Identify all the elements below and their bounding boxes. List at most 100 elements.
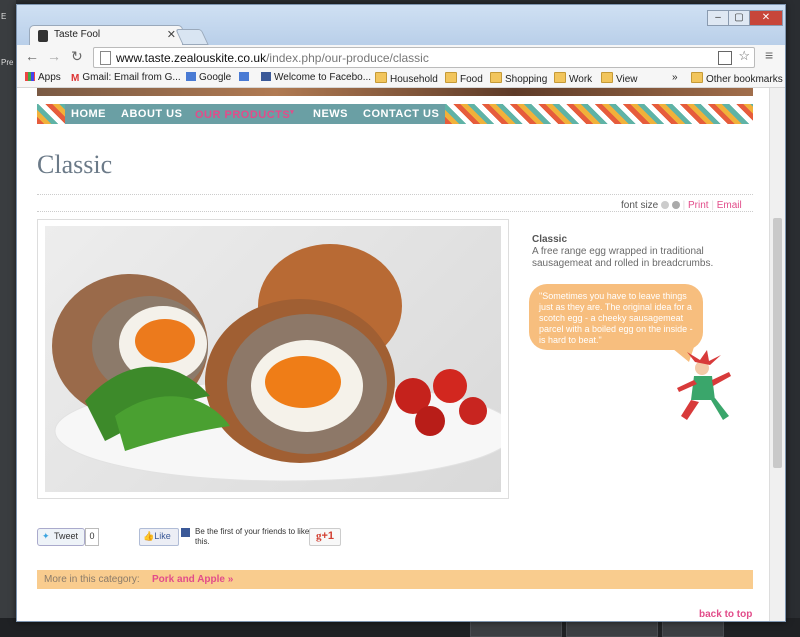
category-next-link[interactable]: Pork and Apple » bbox=[152, 574, 233, 585]
folder-icon bbox=[601, 72, 613, 83]
bookmarks-bar: Apps M Gmail: Email from G... Google Welc… bbox=[17, 69, 785, 88]
nav-contact-us[interactable]: CONTACT US bbox=[363, 108, 439, 120]
bookmark-google-2[interactable] bbox=[239, 72, 252, 83]
bookmark-folder-food[interactable]: Food bbox=[445, 72, 483, 85]
bookmark-folder-work[interactable]: Work bbox=[554, 72, 592, 85]
google-icon bbox=[239, 72, 249, 81]
facebook-icon bbox=[181, 528, 190, 537]
print-link[interactable]: Print bbox=[688, 200, 709, 211]
folder-icon bbox=[554, 72, 566, 83]
page-icon bbox=[100, 51, 111, 65]
folder-icon bbox=[375, 72, 387, 83]
product-image-frame bbox=[37, 219, 509, 499]
tweet-label: Tweet bbox=[54, 531, 79, 541]
back-to-top-link[interactable]: back to top bbox=[699, 609, 752, 620]
vertical-scrollbar[interactable] bbox=[769, 88, 785, 621]
bookmark-folder-shopping[interactable]: Shopping bbox=[490, 72, 547, 85]
folder-icon bbox=[691, 72, 703, 83]
main-nav: HOME ABOUT US OUR PRODUCTS▾ NEWS CONTACT… bbox=[37, 104, 753, 124]
jester-mascot-icon bbox=[677, 350, 731, 420]
bookmark-label: Work bbox=[569, 74, 593, 85]
url-host: www.taste.zealouskite.co.uk bbox=[116, 51, 267, 65]
bookmark-label: Apps bbox=[38, 72, 61, 83]
bookmark-folder-household[interactable]: Household bbox=[375, 72, 438, 85]
taskbar-item[interactable] bbox=[662, 621, 724, 637]
extension-icon[interactable] bbox=[718, 51, 732, 65]
url-text: www.taste.zealouskite.co.uk/index.php/ou… bbox=[116, 51, 429, 65]
bookmark-label: Gmail: Email from G... bbox=[82, 72, 181, 83]
thumbs-up-icon: 👍 bbox=[143, 531, 155, 541]
taskbar-item[interactable] bbox=[470, 621, 562, 637]
minimize-button[interactable]: – bbox=[707, 10, 729, 26]
folder-icon bbox=[490, 72, 502, 83]
apps-grid-icon bbox=[25, 72, 35, 81]
desktop-left-strip: E Pre bbox=[0, 0, 16, 637]
like-social-text: Be the first of your friends to like thi… bbox=[195, 527, 310, 546]
bookmark-google[interactable]: Google bbox=[186, 72, 231, 83]
dropdown-caret-icon: ▾ bbox=[290, 109, 295, 116]
header-banner-image bbox=[37, 88, 753, 96]
product-quote: "Sometimes you have to leave things just… bbox=[539, 291, 693, 345]
close-window-button[interactable]: ✕ bbox=[749, 10, 783, 26]
google-plus-button[interactable]: g+1 bbox=[309, 528, 341, 546]
desktop-label: E bbox=[1, 12, 7, 21]
tab-title: Taste Fool bbox=[54, 29, 101, 40]
bookmark-label: Google bbox=[199, 72, 232, 83]
close-tab-icon[interactable]: ✕ bbox=[167, 28, 176, 41]
bookmark-label: Other bookmarks bbox=[706, 74, 783, 85]
font-size-label: font size bbox=[621, 200, 659, 211]
nav-home[interactable]: HOME bbox=[71, 108, 106, 120]
twitter-bird-icon: ✦ bbox=[42, 531, 50, 541]
folder-icon bbox=[445, 72, 457, 83]
bookmark-apps[interactable]: Apps bbox=[25, 72, 61, 83]
menu-icon[interactable]: ≡ bbox=[765, 47, 773, 63]
other-bookmarks-folder[interactable]: Other bookmarks bbox=[691, 72, 783, 85]
like-label: Like bbox=[154, 531, 171, 541]
bookmarks-overflow-button[interactable]: » bbox=[672, 72, 678, 83]
font-decrease-icon[interactable] bbox=[661, 201, 670, 209]
bookmark-label: Shopping bbox=[505, 74, 548, 85]
browser-tab[interactable]: Taste Fool ✕ bbox=[29, 25, 183, 46]
tweet-button[interactable]: ✦ Tweet bbox=[37, 528, 85, 546]
font-size-controls: font size | Print | Email bbox=[621, 200, 742, 211]
bookmark-label: Household bbox=[390, 74, 438, 85]
category-bar: More in this category: Pork and Apple » bbox=[37, 570, 753, 589]
diamond-pattern bbox=[37, 104, 65, 124]
bookmark-star-icon[interactable]: ☆ bbox=[738, 48, 750, 64]
font-increase-icon[interactable] bbox=[671, 201, 680, 209]
divider bbox=[37, 194, 753, 195]
title-bar: Taste Fool ✕ – ▢ ✕ bbox=[17, 5, 785, 46]
maximize-button[interactable]: ▢ bbox=[728, 10, 750, 26]
bookmark-facebook[interactable]: Welcome to Facebo... bbox=[261, 72, 371, 83]
back-arrow-icon[interactable]: ← bbox=[25, 48, 39, 64]
product-name: Classic bbox=[532, 234, 568, 245]
forward-arrow-icon[interactable]: → bbox=[47, 48, 61, 64]
bookmark-label: Food bbox=[460, 74, 483, 85]
taskbar-item[interactable] bbox=[566, 621, 658, 637]
desktop-label: Pre bbox=[1, 58, 14, 67]
facebook-like-button[interactable]: 👍Like bbox=[139, 528, 179, 546]
nav-about-us[interactable]: ABOUT US bbox=[121, 108, 182, 120]
nav-our-products[interactable]: OUR PRODUCTS▾ bbox=[195, 108, 294, 121]
reload-icon[interactable]: ↻ bbox=[71, 48, 83, 65]
diamond-pattern bbox=[445, 104, 753, 124]
facebook-icon bbox=[261, 72, 271, 81]
gmail-icon: M bbox=[71, 73, 80, 84]
gplus-label: +1 bbox=[321, 530, 335, 542]
web-page: HOME ABOUT US OUR PRODUCTS▾ NEWS CONTACT… bbox=[17, 88, 769, 621]
page-title: Classic bbox=[37, 150, 113, 179]
bookmark-label: View bbox=[616, 74, 638, 85]
url-path: /index.php/our-produce/classic bbox=[266, 51, 429, 65]
email-link[interactable]: Email bbox=[717, 200, 742, 211]
nav-news[interactable]: NEWS bbox=[313, 108, 348, 120]
bookmark-folder-view[interactable]: View bbox=[601, 72, 638, 85]
nav-our-products-label: OUR PRODUCTS bbox=[195, 109, 291, 121]
scrollbar-thumb[interactable] bbox=[773, 218, 782, 468]
scotch-egg-illustration bbox=[52, 244, 501, 482]
browser-toolbar: ← → ↻ www.taste.zealouskite.co.uk/index.… bbox=[17, 45, 785, 69]
google-icon bbox=[186, 72, 196, 81]
category-label: More in this category: bbox=[44, 574, 140, 585]
address-bar[interactable]: www.taste.zealouskite.co.uk/index.php/ou… bbox=[93, 47, 755, 68]
bookmark-gmail[interactable]: M Gmail: Email from G... bbox=[71, 72, 181, 84]
product-description: A free range egg wrapped in traditional … bbox=[532, 246, 714, 269]
